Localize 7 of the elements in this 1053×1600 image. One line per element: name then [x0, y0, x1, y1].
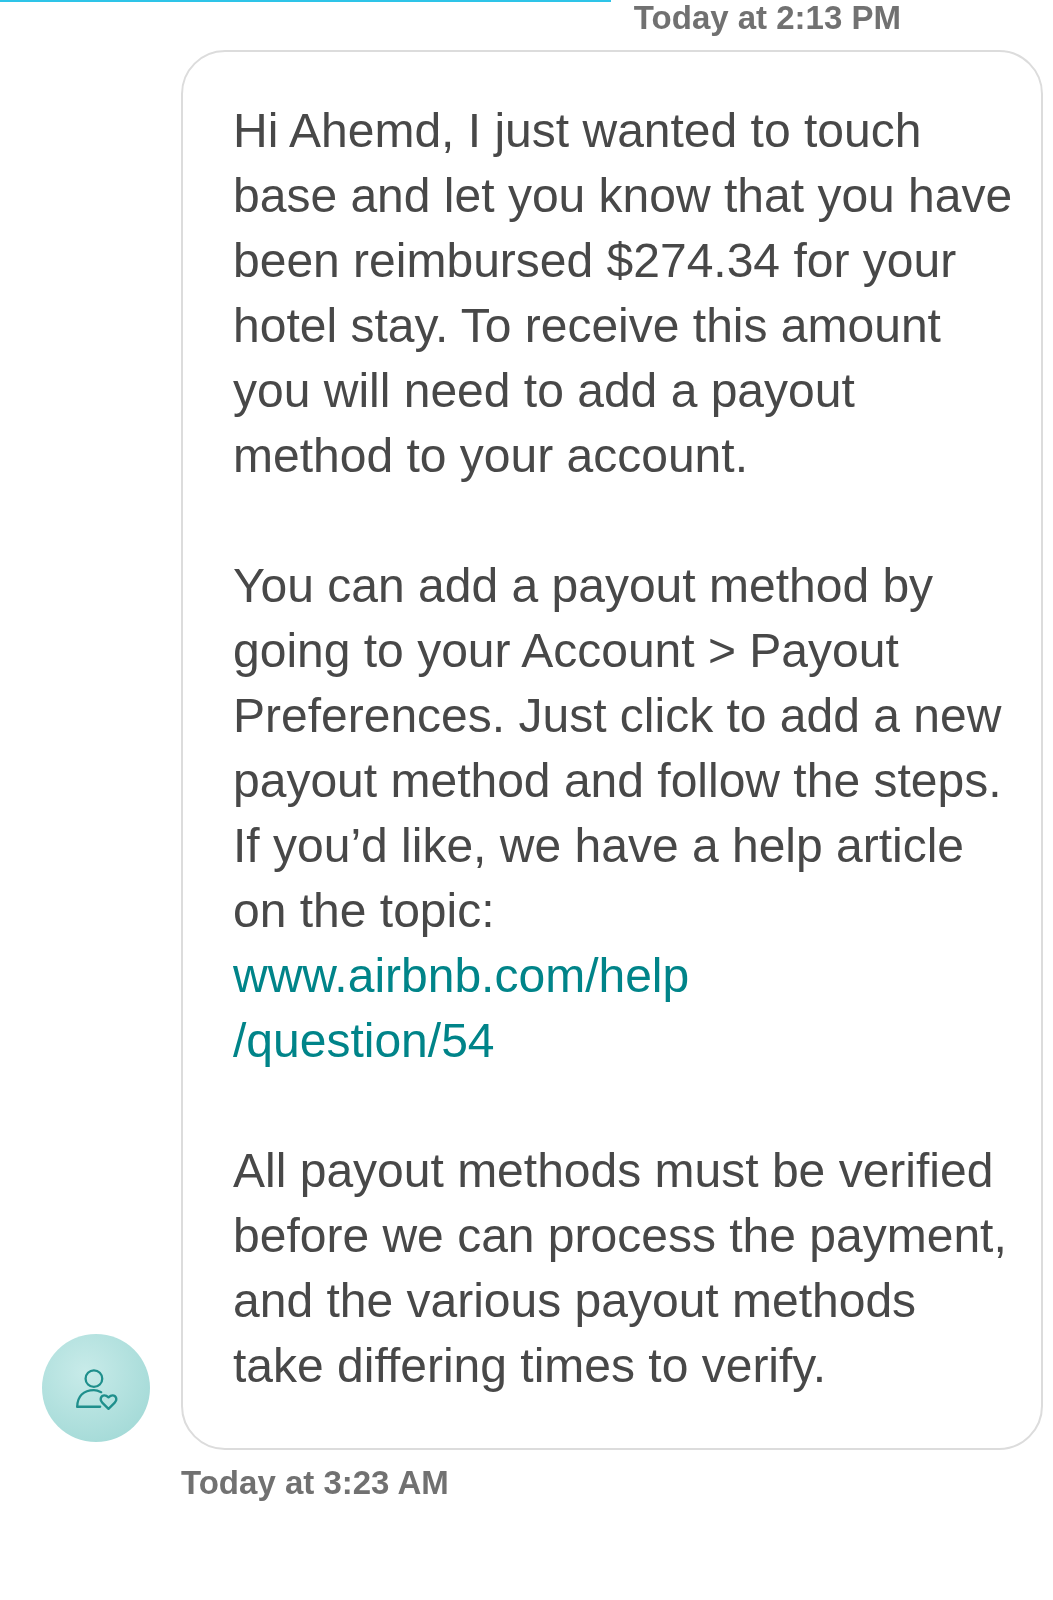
- message-text: Hi Ahemd, I just wanted to touch base and let you know that you have been reimbursed $274.34 for your hotel stay. To receive this amount you will need to add a payout method to your account.: [233, 103, 1014, 484]
- help-link[interactable]: /question/54: [233, 1008, 1017, 1073]
- message-text: You can add a payout method by going to your Account > Payout Preferences. Just click to add a new payout method and follow the steps. If you’d like, we have a help article on the topic:: [233, 558, 1003, 939]
- help-link[interactable]: www.airbnb.com/help: [233, 943, 1017, 1008]
- message-timestamp: Today at 3:23 AM: [181, 1464, 449, 1501]
- message-text: All payout methods must be verified before we can process the payment, and the various payout methods take differing times to verify.: [233, 1143, 1008, 1394]
- message-timestamp: Today at 2:13 PM: [633, 0, 901, 38]
